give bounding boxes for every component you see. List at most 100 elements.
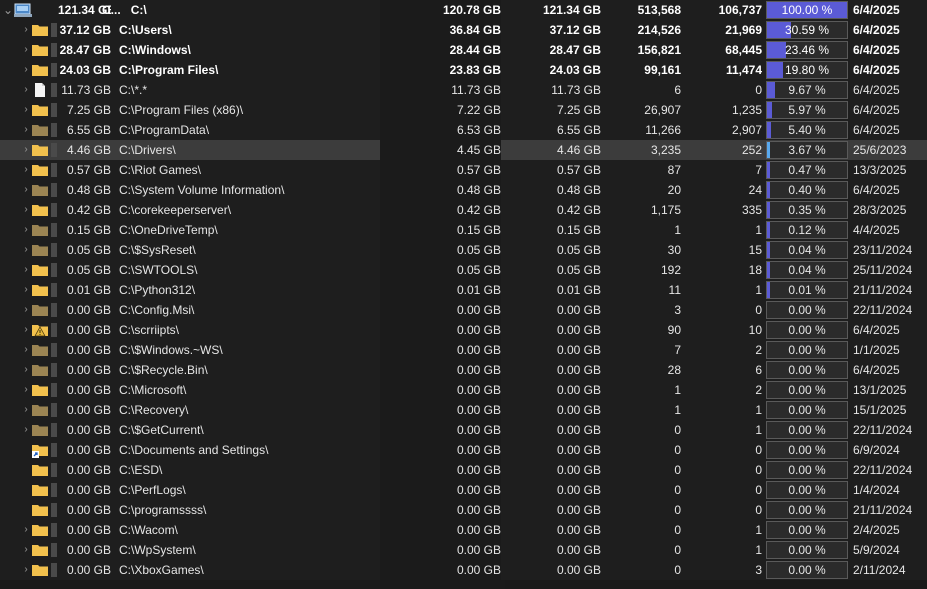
path-label: C:\ProgramData\ [119,123,210,137]
percent-text: 0.00 % [788,443,826,457]
size-indicator-bar [51,543,57,557]
tree-row[interactable]: › 0.00 GB C:\XboxGames\ 0.00 GB 0.00 GB 0 3 0.0… [0,560,927,580]
folder-dim-icon [31,342,49,358]
tree-row[interactable]: › 28.47 GB C:\Windows\ 28.44 GB 28.47 GB 156,… [0,40,927,60]
size-cell: 37.12 GB [549,23,601,37]
last-modified-cell: 21/11/2024 [853,283,913,297]
tree-row[interactable]: › 0.00 GB C:\Recovery\ 0.00 GB 0.00 GB 1 1 0.00… [0,400,927,420]
path-label: C:\*.* [119,83,148,97]
path-text: C:\ [130,3,147,17]
files-cell: 87 [667,163,681,177]
percent-of-parent-bar: 0.00 % [766,401,848,419]
folder-dim-icon [31,182,49,198]
files-cell: 1 [674,403,681,417]
folders-cell: 0 [755,443,762,457]
tree-row[interactable]: › 0.00 GB C:\Wacom\ 0.00 GB 0.00 GB 0 1 0.00 % 2… [0,520,927,540]
folder-icon [31,282,49,298]
folder-icon [31,502,49,518]
size-cell: 6.55 GB [556,123,601,137]
folder-dim-icon [31,302,49,318]
percent-text: 0.00 % [788,483,826,497]
last-modified-cell: 22/11/2024 [853,303,913,317]
chevron-down-icon[interactable]: ⌄ [2,2,14,18]
tree-row[interactable]: › 0.00 GB C:\$GetCurrent\ 0.00 GB 0.00 GB 0 1 0… [0,420,927,440]
tree-row[interactable]: › 0.00 GB C:\$Windows.~WS\ 0.00 GB 0.00 GB 7 2… [0,340,927,360]
size-label: 0.00 GB [66,503,111,517]
tree-row[interactable]: › 7.25 GB C:\Program Files (x86)\ 7.22 GB 7.… [0,100,927,120]
tree-row[interactable]: › 0.00 GB C:\WpSystem\ 0.00 GB 0.00 GB 0 1 0.00… [0,540,927,560]
folder-icon [31,522,49,538]
last-modified-cell: 25/11/2024 [853,263,913,277]
percent-of-parent-bar: 100.00 % [766,1,848,19]
tree-row[interactable]: › 11.73 GB C:\*.* 11.73 GB 11.73 GB 6 0 9.67 % 6… [0,80,927,100]
path-label: C:\$SysReset\ [119,243,196,257]
tree-row[interactable]: › 0.05 GB C:\SWTOOLS\ 0.05 GB 0.05 GB 192 18 0.… [0,260,927,280]
files-cell: 0 [674,483,681,497]
percent-text: 0.00 % [788,323,826,337]
tree-row[interactable]: › 0.00 GB C:\Microsoft\ 0.00 GB 0.00 GB 1 2 0.0… [0,380,927,400]
tree-row[interactable]: › 0.00 GB C:\$Recycle.Bin\ 0.00 GB 0.00 GB 28… [0,360,927,380]
tree-row[interactable]: › 0.01 GB C:\Python312\ 0.01 GB 0.01 GB 11 1 0.… [0,280,927,300]
path-label: C:\PerfLogs\ [119,483,186,497]
tree-row[interactable]: › 0.42 GB C:\corekeeperserver\ 0.42 GB 0.42 … [0,200,927,220]
tree-row[interactable]: › 37.12 GB C:\Users\ 36.84 GB 37.12 GB 214,52… [0,20,927,40]
size-indicator-bar [51,363,57,377]
tree-row[interactable]: › 6.55 GB C:\ProgramData\ 6.53 GB 6.55 GB 11,… [0,120,927,140]
allocated-cell: 6.53 GB [380,120,501,140]
percent-text: 0.00 % [788,343,826,357]
path-label: C:\Drivers\ [119,143,176,157]
last-modified-cell: 6/4/2025 [853,123,900,137]
size-cell: 4.46 GB [556,143,601,157]
size-indicator-bar [51,323,57,337]
size-label: 4.46 GB [66,143,111,157]
tree-row[interactable]: › 4.46 GB C:\Drivers\ 4.45 GB 4.46 GB 3,235 25… [0,140,927,160]
size-cell: 0.48 GB [556,183,601,197]
path-label: C:\Riot Games\ [119,163,202,177]
last-modified-cell: 6/9/2024 [853,443,900,457]
percent-of-parent-bar: 0.00 % [766,461,848,479]
folder-tree-view[interactable]: ⌄ 121.34 GB C... C:\ 120.78 GB 121.34 GB 513,… [0,0,927,589]
size-indicator-bar [51,43,57,57]
folder-icon [31,22,49,38]
size-cell: 7.25 GB [556,103,601,117]
files-cell: 26,907 [644,103,681,117]
tree-row[interactable]: › 0.57 GB C:\Riot Games\ 0.57 GB 0.57 GB 87 7 0… [0,160,927,180]
tree-row[interactable]: › 0.48 GB C:\System Volume Information\ 0.4… [0,180,927,200]
size-label: 0.00 GB [66,523,111,537]
percent-text: 0.00 % [788,423,826,437]
size-indicator-bar [51,203,57,217]
size-label: 0.00 GB [66,423,111,437]
size-label: 0.00 GB [66,363,111,377]
percent-text: 0.00 % [788,523,826,537]
tree-row[interactable]: › 0.15 GB C:\OneDriveTemp\ 0.15 GB 0.15 GB 1 1… [0,220,927,240]
tree-row[interactable]: 0.00 GB C:\Documents and Settings\ 0.00 GB… [0,440,927,460]
tree-row[interactable]: › 24.03 GB C:\Program Files\ 23.83 GB 24.03 … [0,60,927,80]
tree-row[interactable]: 0.00 GB C:\programssss\ 0.00 GB 0.00 GB 0 0 0.… [0,500,927,520]
tree-row[interactable]: ⌄ 121.34 GB C... C:\ 120.78 GB 121.34 GB 513,… [0,0,927,20]
size-indicator-bar [51,303,57,317]
path-label: C:\OneDriveTemp\ [119,223,218,237]
files-cell: 6 [674,83,681,97]
tree-row[interactable]: › 0.00 GB C:\scrriipts\ 0.00 GB 0.00 GB 90 10 0… [0,320,927,340]
size-label: 0.00 GB [66,463,111,477]
tree-row[interactable]: › 0.00 GB C:\Config.Msi\ 0.00 GB 0.00 GB 3 0 0.… [0,300,927,320]
tree-row[interactable]: 0.00 GB C:\PerfLogs\ 0.00 GB 0.00 GB 0 0 0.00 … [0,480,927,500]
size-label: 0.48 GB [66,183,111,197]
path-label: C:\SWTOOLS\ [119,263,198,277]
percent-text: 0.40 % [788,183,826,197]
folder-dim-icon [31,422,49,438]
tree-row[interactable]: 0.00 GB C:\ESD\ 0.00 GB 0.00 GB 0 0 0.00 % 22/1… [0,460,927,480]
folder-dim-icon [31,222,49,238]
last-modified-cell: 6/4/2025 [853,183,900,197]
tree-row[interactable]: › 0.05 GB C:\$SysReset\ 0.05 GB 0.05 GB 30 15 0… [0,240,927,260]
folders-cell: 10 [748,323,762,337]
last-modified-cell: 25/6/2023 [853,143,907,157]
allocated-cell: 0.00 GB [380,340,501,360]
percent-text: 9.67 % [788,83,826,97]
size-cell: 0.00 GB [556,343,601,357]
size-label: 0.15 GB [66,223,111,237]
allocated-cell: 4.45 GB [380,140,501,160]
folders-cell: 6 [755,363,762,377]
percent-of-parent-bar: 0.00 % [766,501,848,519]
size-cell: 0.05 GB [556,263,601,277]
